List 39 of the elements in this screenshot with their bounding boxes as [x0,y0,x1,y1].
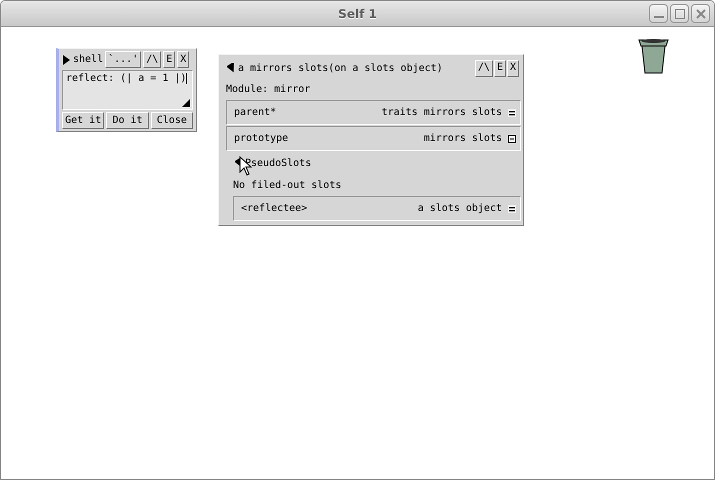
slot-value: mirrors slots [424,133,502,144]
minimize-icon [654,16,664,18]
slot-row[interactable]: prototype mirrors slots [226,126,521,151]
slot-name: parent* [234,107,276,118]
close-icon [696,8,706,18]
trash-can-icon[interactable] [637,37,670,74]
action-button[interactable]: Close [150,112,193,129]
maximize-icon [674,8,684,18]
header-button[interactable]: /\ [474,60,493,76]
window-title: Self 1 [338,6,377,20]
header-button[interactable]: X [506,60,519,76]
slot-name: <reflectee> [241,203,308,214]
slot-equals-icon[interactable] [508,204,516,212]
code-text: reflect: (| a = 1 |) [66,73,188,84]
slot-equals-icon[interactable] [508,108,516,116]
minimize-button[interactable] [649,4,668,23]
shell-header[interactable]: shell [62,54,104,65]
slot-value: a slots object [418,203,502,214]
maximize-button[interactable] [670,4,689,23]
slot-method-icon[interactable] [508,134,516,142]
shell-title: shell [73,54,104,65]
header-button[interactable]: X [177,51,190,68]
header-button[interactable]: E [494,60,506,76]
header-button[interactable]: /\ [143,51,162,68]
expand-triangle-icon[interactable] [62,54,71,64]
slot-name: prototype [234,133,288,144]
resize-handle-icon[interactable] [182,99,190,107]
module-label: Module: mirror [226,84,310,94]
close-button[interactable] [691,4,710,23]
empty-note: No filed-out slots [233,180,342,190]
slot-row[interactable]: <reflectee> a slots object [233,196,521,221]
action-button[interactable]: Do it [106,112,149,129]
slot-row[interactable]: parent* traits mirrors slots [226,100,521,125]
header-button[interactable]: E [163,51,176,68]
slot-value: traits mirrors slots [382,107,502,118]
header-button[interactable]: `...' [105,51,142,68]
collapse-triangle-icon[interactable] [227,63,236,73]
action-button[interactable]: Get it [62,112,104,129]
code-editor[interactable]: reflect: (| a = 1 |) [62,70,193,110]
